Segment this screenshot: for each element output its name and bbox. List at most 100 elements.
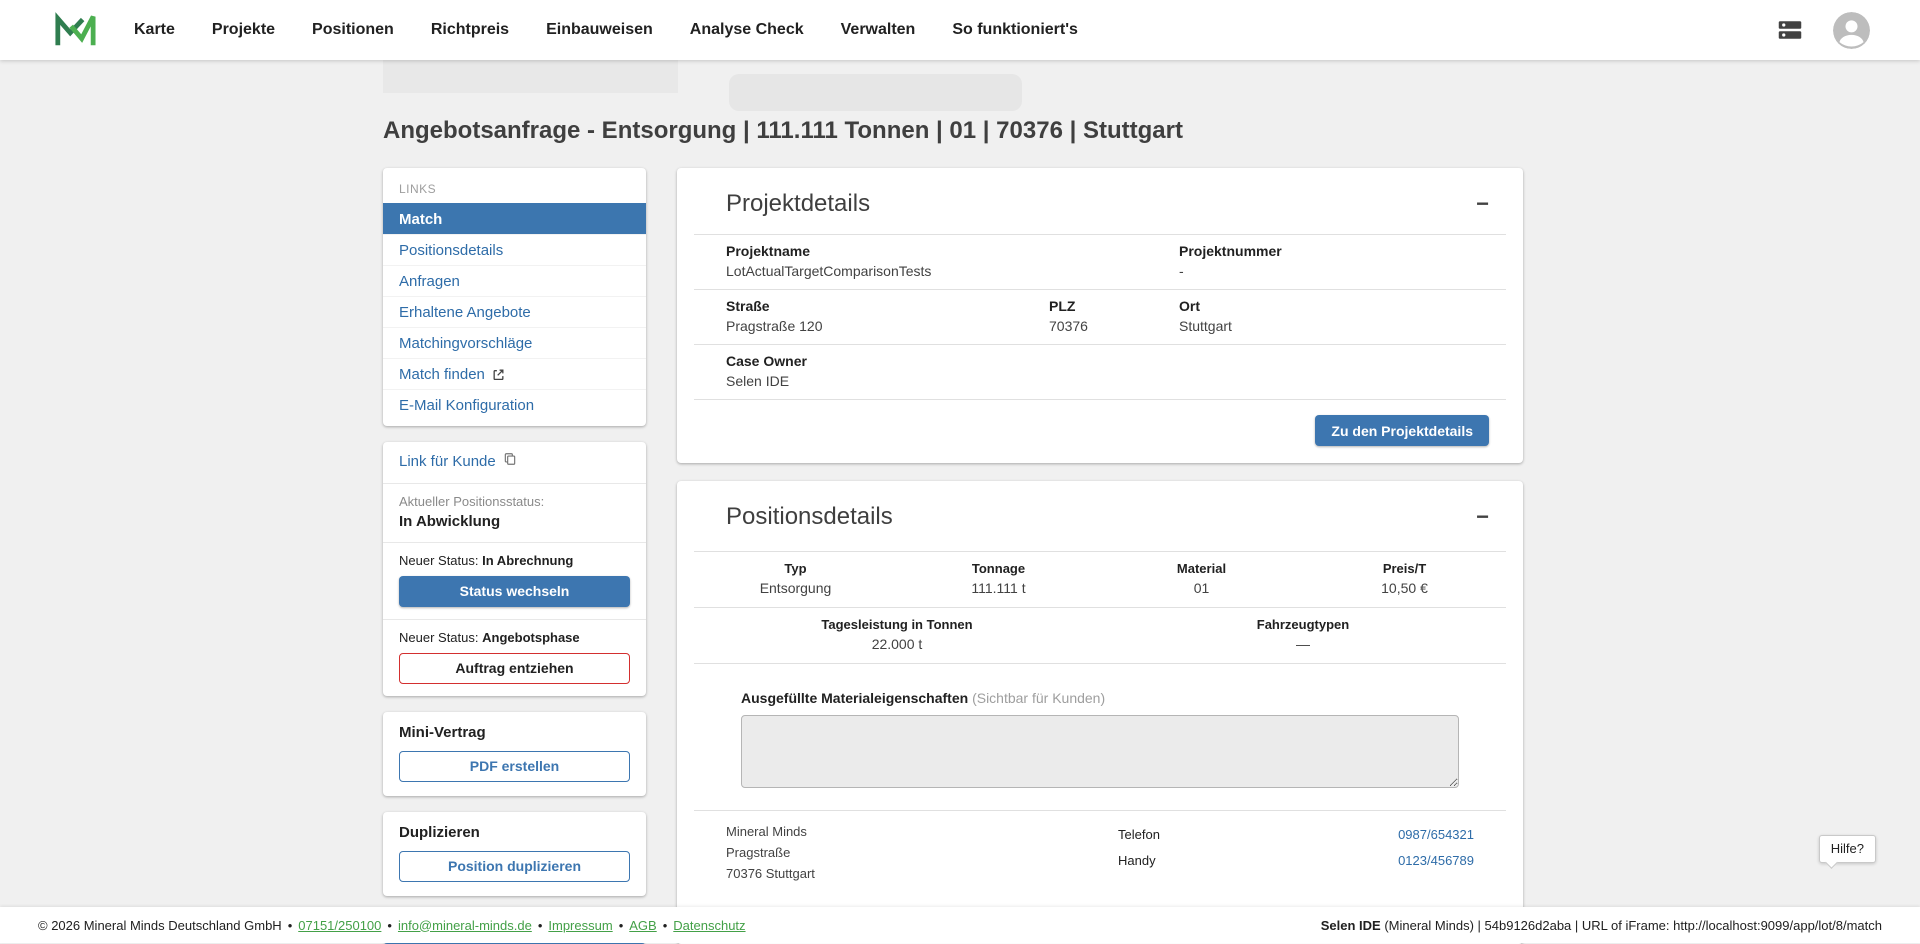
ort-value: Stuttgart bbox=[1179, 318, 1506, 334]
footer: © 2026 Mineral Minds Deutschland GmbH • … bbox=[0, 907, 1920, 943]
handy-link[interactable]: 0123/456789 bbox=[1398, 853, 1474, 868]
new-status-line-1: Neuer Status: In Abrechnung bbox=[399, 553, 630, 568]
server-icon[interactable] bbox=[1775, 15, 1805, 45]
handy-label: Handy bbox=[1118, 853, 1156, 868]
typ-value: Entsorgung bbox=[694, 580, 897, 596]
collapse-project-details-button[interactable]: − bbox=[1476, 193, 1489, 215]
footer-copyright: © 2026 Mineral Minds Deutschland GmbH bbox=[38, 918, 282, 933]
material-value: 01 bbox=[1100, 580, 1303, 596]
status-card: Link für Kunde Aktueller Positionsstatus… bbox=[383, 442, 646, 696]
projektnummer-value: - bbox=[1179, 263, 1506, 279]
duplicate-position-button[interactable]: Position duplizieren bbox=[399, 851, 630, 882]
company-name: Mineral Minds bbox=[726, 821, 815, 842]
mini-contract-title: Mini-Vertrag bbox=[399, 724, 630, 741]
nav-item-so-funktionierts[interactable]: So funktioniert's bbox=[952, 21, 1078, 39]
skeleton-block bbox=[729, 74, 1022, 111]
footer-left: © 2026 Mineral Minds Deutschland GmbH • … bbox=[38, 918, 746, 933]
duplicate-title: Duplizieren bbox=[399, 824, 630, 841]
telefon-row: Telefon 0987/654321 bbox=[1118, 821, 1474, 847]
server-icon-glyph bbox=[1775, 15, 1805, 45]
sidebar: LINKS Match Positionsdetails Anfragen Er… bbox=[383, 168, 646, 944]
nav-item-karte[interactable]: Karte bbox=[134, 21, 175, 39]
project-details-card: Projektdetails − Projektname LotActualTa… bbox=[677, 168, 1523, 463]
new-status-value-1: In Abrechnung bbox=[482, 553, 573, 568]
sidebar-item-erhaltene-angebote[interactable]: Erhaltene Angebote bbox=[383, 296, 646, 327]
material-props-textarea[interactable] bbox=[741, 715, 1459, 788]
new-status-line-2: Neuer Status: Angebotsphase bbox=[399, 630, 630, 645]
revoke-order-button[interactable]: Auftrag entziehen bbox=[399, 653, 630, 684]
nav-item-positionen[interactable]: Positionen bbox=[312, 21, 394, 39]
preis-value: 10,50 € bbox=[1303, 580, 1506, 596]
project-details-button[interactable]: Zu den Projektdetails bbox=[1315, 415, 1489, 446]
material-props-hint: (Sichtbar für Kunden) bbox=[972, 690, 1105, 706]
sidebar-item-matchingvorschlaege[interactable]: Matchingvorschläge bbox=[383, 327, 646, 358]
projektname-value: LotActualTargetComparisonTests bbox=[726, 263, 1179, 279]
new-status-value-2: Angebotsphase bbox=[482, 630, 580, 645]
collapse-position-details-button[interactable]: − bbox=[1476, 506, 1489, 528]
plz-label: PLZ bbox=[1049, 298, 1179, 314]
project-details-title: Projektdetails bbox=[726, 190, 870, 218]
preis-label: Preis/T bbox=[1303, 561, 1506, 576]
logo-icon bbox=[52, 9, 98, 51]
strasse-value: Pragstraße 120 bbox=[726, 318, 1049, 334]
sidebar-item-match-finden[interactable]: Match finden bbox=[383, 358, 646, 389]
plz-value: 70376 bbox=[1049, 318, 1179, 334]
projektname-label: Projektname bbox=[726, 243, 1179, 259]
new-status-prefix: Neuer Status: bbox=[399, 630, 479, 645]
footer-phone-link[interactable]: 07151/250100 bbox=[298, 918, 381, 933]
nav-item-analyse-check[interactable]: Analyse Check bbox=[690, 21, 804, 39]
sidebar-item-match[interactable]: Match bbox=[383, 203, 646, 234]
current-status-label: Aktueller Positionsstatus: bbox=[399, 494, 630, 509]
footer-separator: • bbox=[619, 918, 624, 933]
typ-label: Typ bbox=[694, 561, 897, 576]
fahrzeugtypen-value: — bbox=[1100, 636, 1506, 652]
nav-item-richtpreis[interactable]: Richtpreis bbox=[431, 21, 509, 39]
case-owner-label: Case Owner bbox=[726, 353, 1506, 369]
footer-email-link[interactable]: info@mineral-minds.de bbox=[398, 918, 532, 933]
sidebar-item-email-konfiguration[interactable]: E-Mail Konfiguration bbox=[383, 389, 646, 420]
user-avatar-icon bbox=[1833, 12, 1870, 49]
company-street: Pragstraße bbox=[726, 842, 815, 863]
help-button[interactable]: Hilfe? bbox=[1819, 835, 1876, 863]
content-layout: LINKS Match Positionsdetails Anfragen Er… bbox=[383, 168, 1523, 944]
material-label: Material bbox=[1100, 561, 1303, 576]
fahrzeugtypen-label: Fahrzeugtypen bbox=[1100, 617, 1506, 632]
strasse-label: Straße bbox=[726, 298, 1049, 314]
match-finden-label: Match finden bbox=[399, 366, 485, 383]
position-details-title: Positionsdetails bbox=[726, 503, 893, 531]
footer-separator: • bbox=[538, 918, 543, 933]
main-nav: Karte Projekte Positionen Richtpreis Ein… bbox=[134, 21, 1078, 39]
customer-link-label: Link für Kunde bbox=[399, 453, 496, 470]
links-header: LINKS bbox=[383, 172, 646, 203]
copy-icon bbox=[503, 452, 517, 470]
material-props-label: Ausgefüllte Materialeigenschaften bbox=[741, 690, 968, 706]
navbar-right bbox=[1775, 12, 1870, 49]
create-pdf-button[interactable]: PDF erstellen bbox=[399, 751, 630, 782]
nav-item-verwalten[interactable]: Verwalten bbox=[841, 21, 916, 39]
footer-separator: • bbox=[663, 918, 668, 933]
page-title: Angebotsanfrage - Entsorgung | 111.111 T… bbox=[383, 117, 1183, 145]
tonnage-value: 111.111 t bbox=[897, 580, 1100, 596]
footer-datenschutz-link[interactable]: Datenschutz bbox=[673, 918, 745, 933]
telefon-label: Telefon bbox=[1118, 827, 1160, 842]
mini-contract-card: Mini-Vertrag PDF erstellen bbox=[383, 712, 646, 796]
footer-agb-link[interactable]: AGB bbox=[629, 918, 656, 933]
position-details-card: Positionsdetails − Typ Entsorgung Tonnag… bbox=[677, 481, 1523, 944]
new-status-prefix: Neuer Status: bbox=[399, 553, 479, 568]
avatar[interactable] bbox=[1833, 12, 1870, 49]
sidebar-item-positionsdetails[interactable]: Positionsdetails bbox=[383, 234, 646, 265]
sidebar-item-anfragen[interactable]: Anfragen bbox=[383, 265, 646, 296]
customer-link[interactable]: Link für Kunde bbox=[399, 452, 517, 470]
footer-separator: • bbox=[387, 918, 392, 933]
nav-item-einbauweisen[interactable]: Einbauweisen bbox=[546, 21, 653, 39]
project-details-table: Projektname LotActualTargetComparisonTes… bbox=[694, 234, 1506, 400]
change-status-button[interactable]: Status wechseln bbox=[399, 576, 630, 607]
duplicate-card: Duplizieren Position duplizieren bbox=[383, 812, 646, 896]
nav-item-projekte[interactable]: Projekte bbox=[212, 21, 275, 39]
tagesleistung-value: 22.000 t bbox=[694, 636, 1100, 652]
footer-impressum-link[interactable]: Impressum bbox=[548, 918, 612, 933]
brand-logo[interactable] bbox=[52, 9, 100, 51]
telefon-link[interactable]: 0987/654321 bbox=[1398, 827, 1474, 842]
handy-row: Handy 0123/456789 bbox=[1118, 847, 1474, 873]
main-content: Projektdetails − Projektname LotActualTa… bbox=[677, 168, 1523, 944]
